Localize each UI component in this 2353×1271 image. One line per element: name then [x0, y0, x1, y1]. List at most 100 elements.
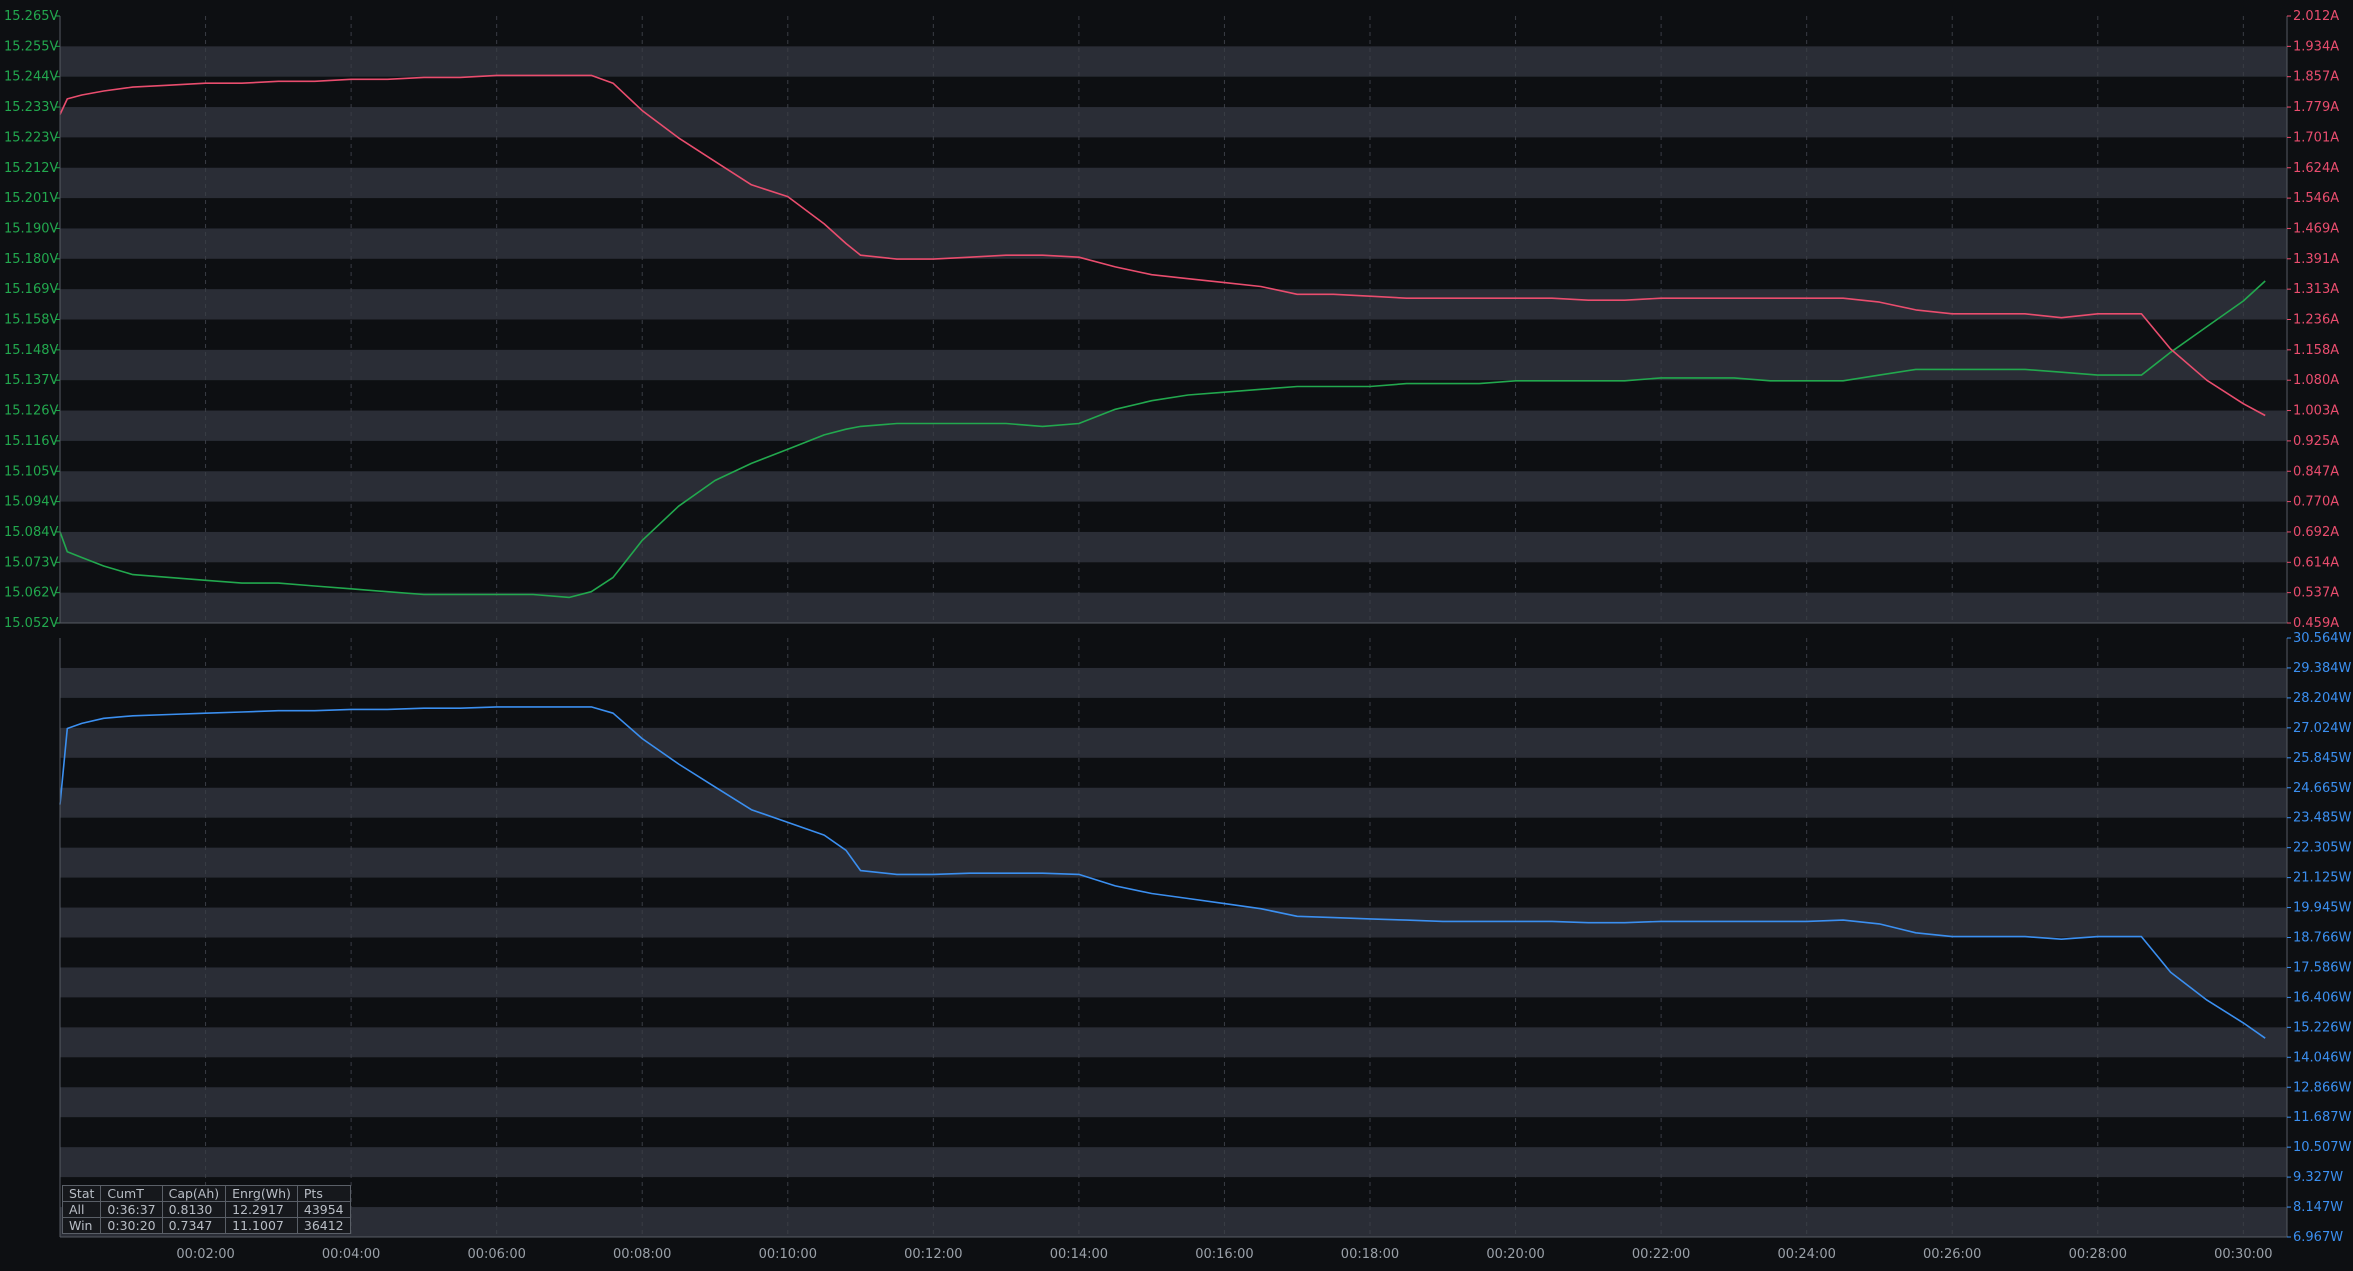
right-axis-tick-label: 1.158A — [2293, 343, 2339, 358]
right-axis-tick-label: 1.857A — [2293, 70, 2339, 85]
background-band — [60, 727, 2287, 758]
background-band — [60, 349, 2287, 381]
background-band — [60, 787, 2287, 818]
background-band — [60, 1147, 2287, 1178]
right-axis-tick-label: 8.147W — [2293, 1200, 2343, 1215]
stats-header: CumT — [100, 1185, 163, 1202]
stats-row-win: Win 0:30:20 0.7347 11.1007 36412 — [61, 1217, 351, 1234]
stats-cell: 0.8130 — [161, 1201, 227, 1218]
right-axis-tick-label: 24.665W — [2293, 781, 2351, 796]
background-band — [60, 410, 2287, 441]
x-axis-ticks: 00:02:00 00:04:00 00:06:00 00:08:00 00:10:00… — [176, 1247, 2272, 1262]
right-axis-tick-label: 12.866W — [2293, 1080, 2351, 1095]
right-axis-tick-label: 11.687W — [2293, 1110, 2351, 1125]
x-axis-tick-label: 00:04:00 — [322, 1247, 380, 1262]
stats-header: Enrg(Wh) — [225, 1185, 298, 1202]
right-axis-tick-label: 1.624A — [2293, 161, 2339, 176]
bottom-bands — [60, 667, 2287, 1237]
right-axis-tick-label: 6.967W — [2293, 1230, 2343, 1245]
right-axis-tick-label: 19.945W — [2293, 901, 2351, 916]
left-axis-tick-label: 15.255V — [4, 39, 58, 54]
left-axis-tick-label: 15.148V — [4, 343, 58, 358]
left-axis-tick-label: 15.062V — [4, 586, 58, 601]
left-axis-tick-label: 15.052V — [4, 616, 58, 631]
right-axis-tick-label: 28.204W — [2293, 691, 2351, 706]
left-axis-tick-label: 15.137V — [4, 373, 58, 388]
left-axis-tick-label: 15.212V — [4, 161, 58, 176]
stats-row-all: All 0:36:37 0.8130 12.2917 43954 — [61, 1201, 351, 1218]
background-band — [60, 228, 2287, 259]
stats-cell: 0:30:20 — [100, 1217, 163, 1234]
right-axis-tick-label: 0.770A — [2293, 495, 2339, 510]
x-axis-tick-label: 00:14:00 — [1050, 1247, 1108, 1262]
left-axis-tick-label: 15.169V — [4, 282, 58, 297]
right-axis-tick-label: 10.507W — [2293, 1140, 2351, 1155]
x-axis-tick-label: 00:18:00 — [1341, 1247, 1399, 1262]
stats-cell: 12.2917 — [225, 1201, 298, 1218]
right-axis-tick-label: 1.469A — [2293, 221, 2339, 236]
right-axis-tick-label: 0.537A — [2293, 586, 2339, 601]
stats-header-row: Stat CumT Cap(Ah) Enrg(Wh) Pts — [61, 1185, 351, 1202]
left-axis-tick-label: 15.201V — [4, 191, 58, 206]
stats-header: Pts — [296, 1185, 351, 1202]
right-axis-tick-label: 1.779A — [2293, 100, 2339, 115]
left-axis-tick-label: 15.084V — [4, 525, 58, 540]
background-band — [60, 1207, 2287, 1237]
left-axis-tick-label: 15.073V — [4, 555, 58, 570]
stats-cell: 11.1007 — [225, 1217, 298, 1234]
background-band — [60, 107, 2287, 138]
right-axis-tick-label: 0.692A — [2293, 525, 2339, 540]
right-axis-tick-label: 25.845W — [2293, 751, 2351, 766]
right-axis-tick-label: 1.701A — [2293, 130, 2339, 145]
background-band — [60, 167, 2287, 199]
x-axis-tick-label: 00:08:00 — [613, 1247, 671, 1262]
right-axis-tick-label: 2.012A — [2293, 9, 2339, 24]
right-axis-tick-label: 29.384W — [2293, 661, 2351, 676]
left-axis-tick-label: 15.094V — [4, 495, 58, 510]
left-axis-tick-label: 15.180V — [4, 252, 58, 267]
x-axis-tick-label: 00:28:00 — [2069, 1247, 2127, 1262]
stats-cell: 36412 — [296, 1217, 351, 1234]
chart-area[interactable]: 15.265V 15.255V 15.244V 15.233V 15.223V 15.21… — [0, 0, 2353, 1271]
background-band — [60, 471, 2287, 502]
x-axis-tick-label: 00:20:00 — [1486, 1247, 1544, 1262]
right-axis-tick-label: 0.925A — [2293, 434, 2339, 449]
stats-header: Stat — [61, 1185, 102, 1202]
right-axis-tick-label: 22.305W — [2293, 841, 2351, 856]
top-bands — [60, 46, 2287, 623]
right-axis-tick-label: 0.614A — [2293, 555, 2339, 570]
right-axis-tick-label: 1.236A — [2293, 313, 2339, 328]
right-axis-tick-label: 16.406W — [2293, 990, 2351, 1005]
stats-cell: Win — [61, 1217, 102, 1234]
right-axis-tick-label: 1.546A — [2293, 191, 2339, 206]
left-axis-tick-label: 15.190V — [4, 221, 58, 236]
right-axis-tick-label: 18.766W — [2293, 931, 2351, 946]
x-axis-tick-label: 00:10:00 — [759, 1247, 817, 1262]
right-axis-tick-label: 0.847A — [2293, 464, 2339, 479]
background-band — [60, 847, 2287, 878]
right-axis-tick-label: 0.459A — [2293, 616, 2339, 631]
top-series — [59, 74, 2266, 599]
top-panel[interactable]: 15.265V 15.255V 15.244V 15.233V 15.223V 15.21… — [4, 9, 2339, 631]
right-axis-tick-label: 23.485W — [2293, 811, 2351, 826]
right-axis-tick-label: 9.327W — [2293, 1170, 2343, 1185]
x-axis-tick-label: 00:26:00 — [1923, 1247, 1981, 1262]
x-axis-tick-label: 00:12:00 — [904, 1247, 962, 1262]
background-band — [60, 1027, 2287, 1058]
background-band — [60, 289, 2287, 320]
background-band — [60, 592, 2287, 623]
left-axis-tick-label: 15.158V — [4, 313, 58, 328]
background-band — [60, 667, 2287, 698]
stats-cell: All — [61, 1201, 102, 1218]
right-axis-tick-label: 1.934A — [2293, 39, 2339, 54]
left-axis-tick-label: 15.233V — [4, 100, 58, 115]
background-band — [60, 1087, 2287, 1118]
right-axis-tick-label: 1.391A — [2293, 252, 2339, 267]
background-band — [60, 967, 2287, 998]
right-axis-tick-label: 1.080A — [2293, 373, 2339, 388]
bottom-panel[interactable]: 30.564W 29.384W 28.204W 27.024W 25.845W 24.66… — [59, 631, 2351, 1245]
right-axis-tick-label: 30.564W — [2293, 631, 2351, 646]
x-axis-tick-label: 00:22:00 — [1632, 1247, 1690, 1262]
x-axis-tick-label: 00:24:00 — [1777, 1247, 1835, 1262]
right-axis-tick-label: 21.125W — [2293, 871, 2351, 886]
